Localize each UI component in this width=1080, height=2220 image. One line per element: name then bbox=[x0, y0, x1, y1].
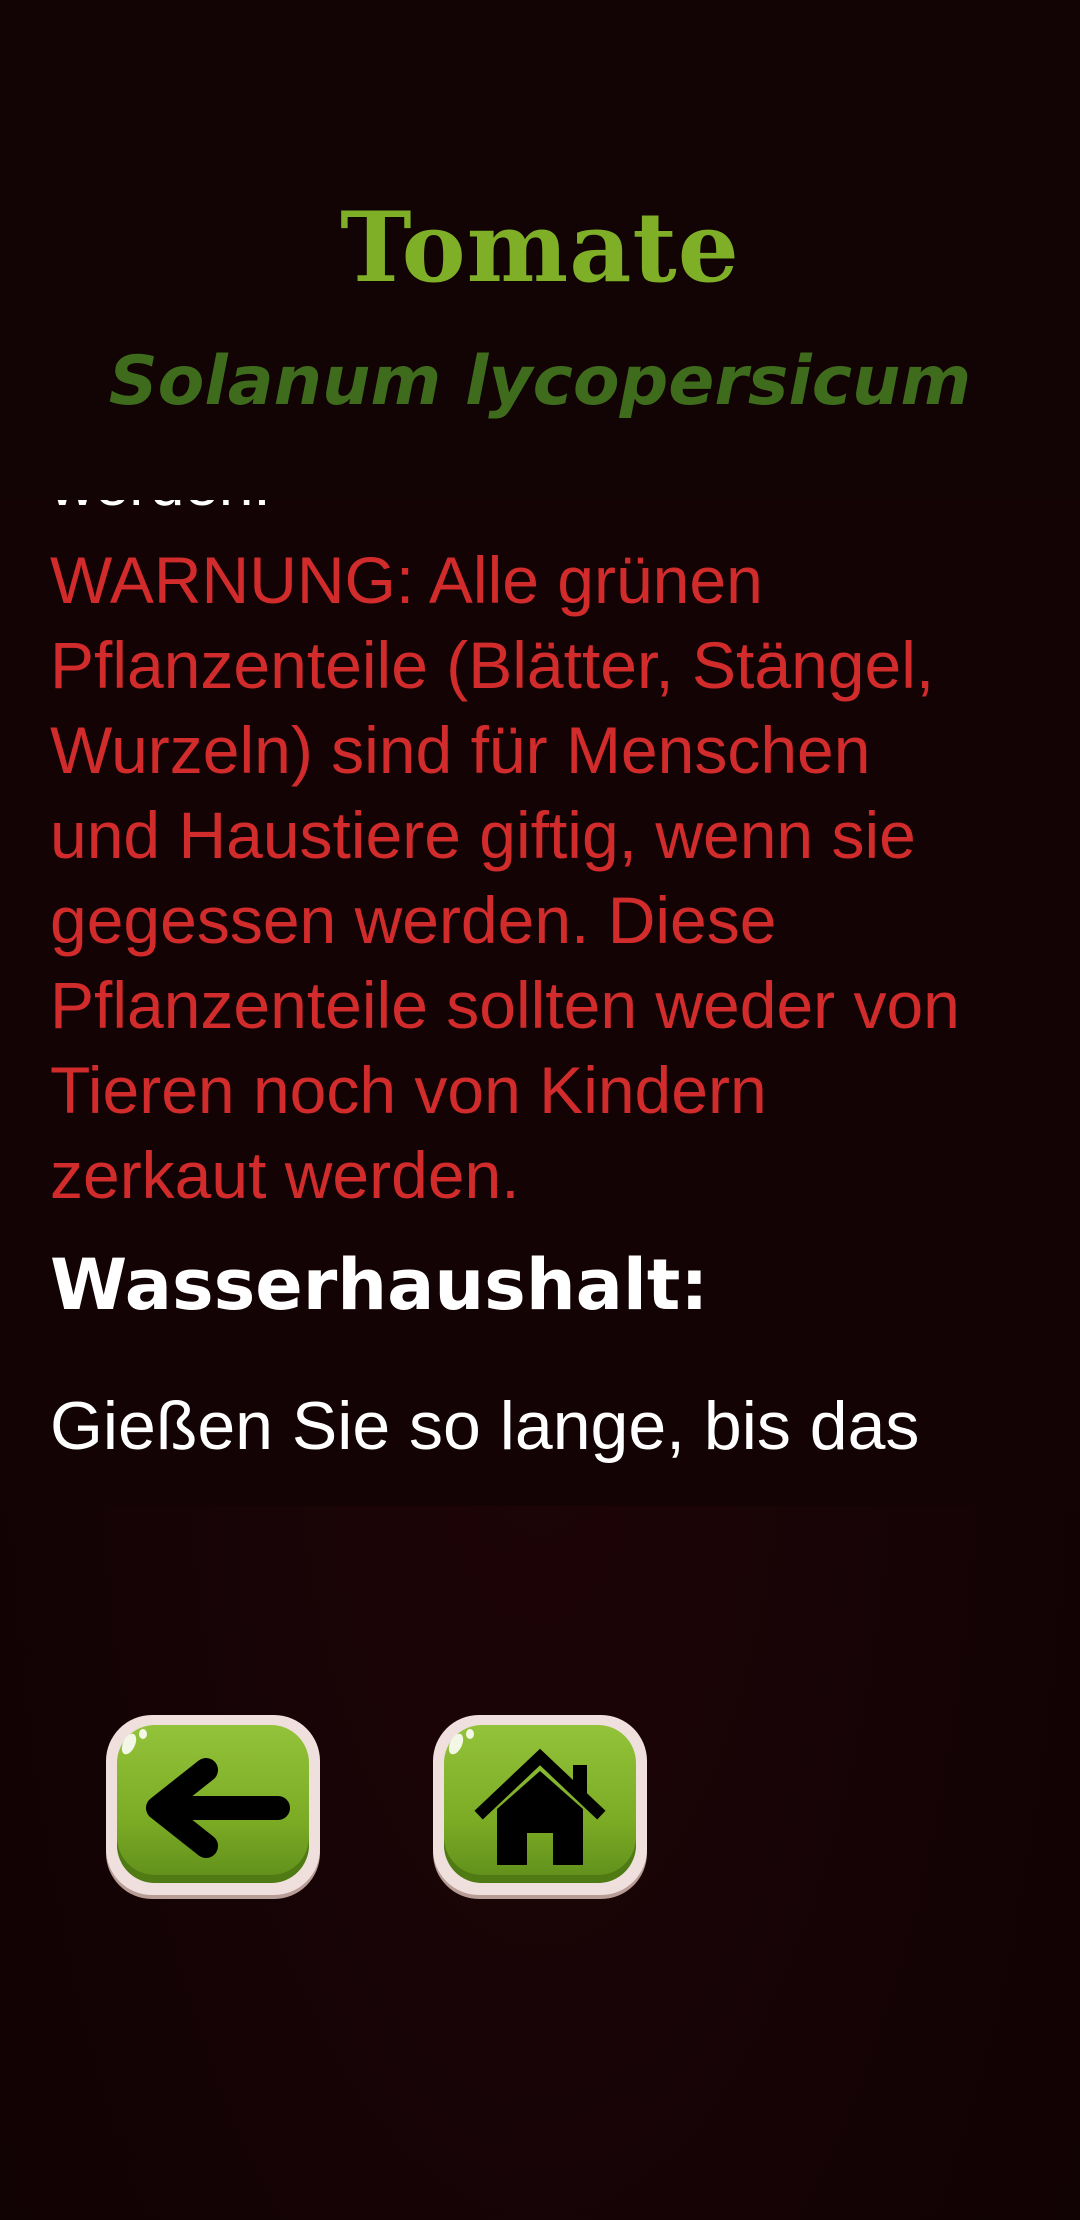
warning-line: Pflanzenteile (Blätter, Stängel, bbox=[50, 628, 935, 702]
warning-line: Tieren noch von Kindern bbox=[50, 1053, 767, 1127]
warning-line: WARNUNG: Alle grünen bbox=[50, 543, 763, 617]
arrow-left-icon bbox=[146, 1758, 290, 1858]
warning-line: Wurzeln) sind für Menschen bbox=[50, 713, 871, 787]
toxicity-warning: WARNUNG: Alle grünen Pflanzenteile (Blät… bbox=[50, 538, 1080, 1218]
warning-line: und Haustiere giftig, wenn sie bbox=[50, 798, 916, 872]
page-title: Tomate bbox=[340, 191, 740, 304]
warning-line: Pflanzenteile sollten weder von bbox=[50, 968, 960, 1042]
water-section-text: Gießen Sie so lange, bis das bbox=[50, 1388, 920, 1464]
description-content: werden. WARNUNG: Alle grünen Pflanzentei… bbox=[50, 500, 1080, 1470]
back-button[interactable] bbox=[106, 1715, 320, 1895]
warning-line: zerkaut werden. bbox=[50, 1138, 520, 1212]
scientific-name: Solanum lycopersicum bbox=[108, 342, 972, 421]
description-scroll-area[interactable]: werden. WARNUNG: Alle grünen Pflanzentei… bbox=[0, 500, 1080, 1506]
water-section-heading: Wasserhaushalt: bbox=[50, 1244, 709, 1326]
home-button[interactable] bbox=[433, 1715, 647, 1895]
home-icon bbox=[474, 1748, 606, 1865]
partial-text-line: werden. bbox=[50, 500, 1080, 528]
warning-line: gegessen werden. Diese bbox=[50, 883, 777, 957]
header: Tomate Solanum lycopersicum bbox=[0, 0, 1080, 500]
